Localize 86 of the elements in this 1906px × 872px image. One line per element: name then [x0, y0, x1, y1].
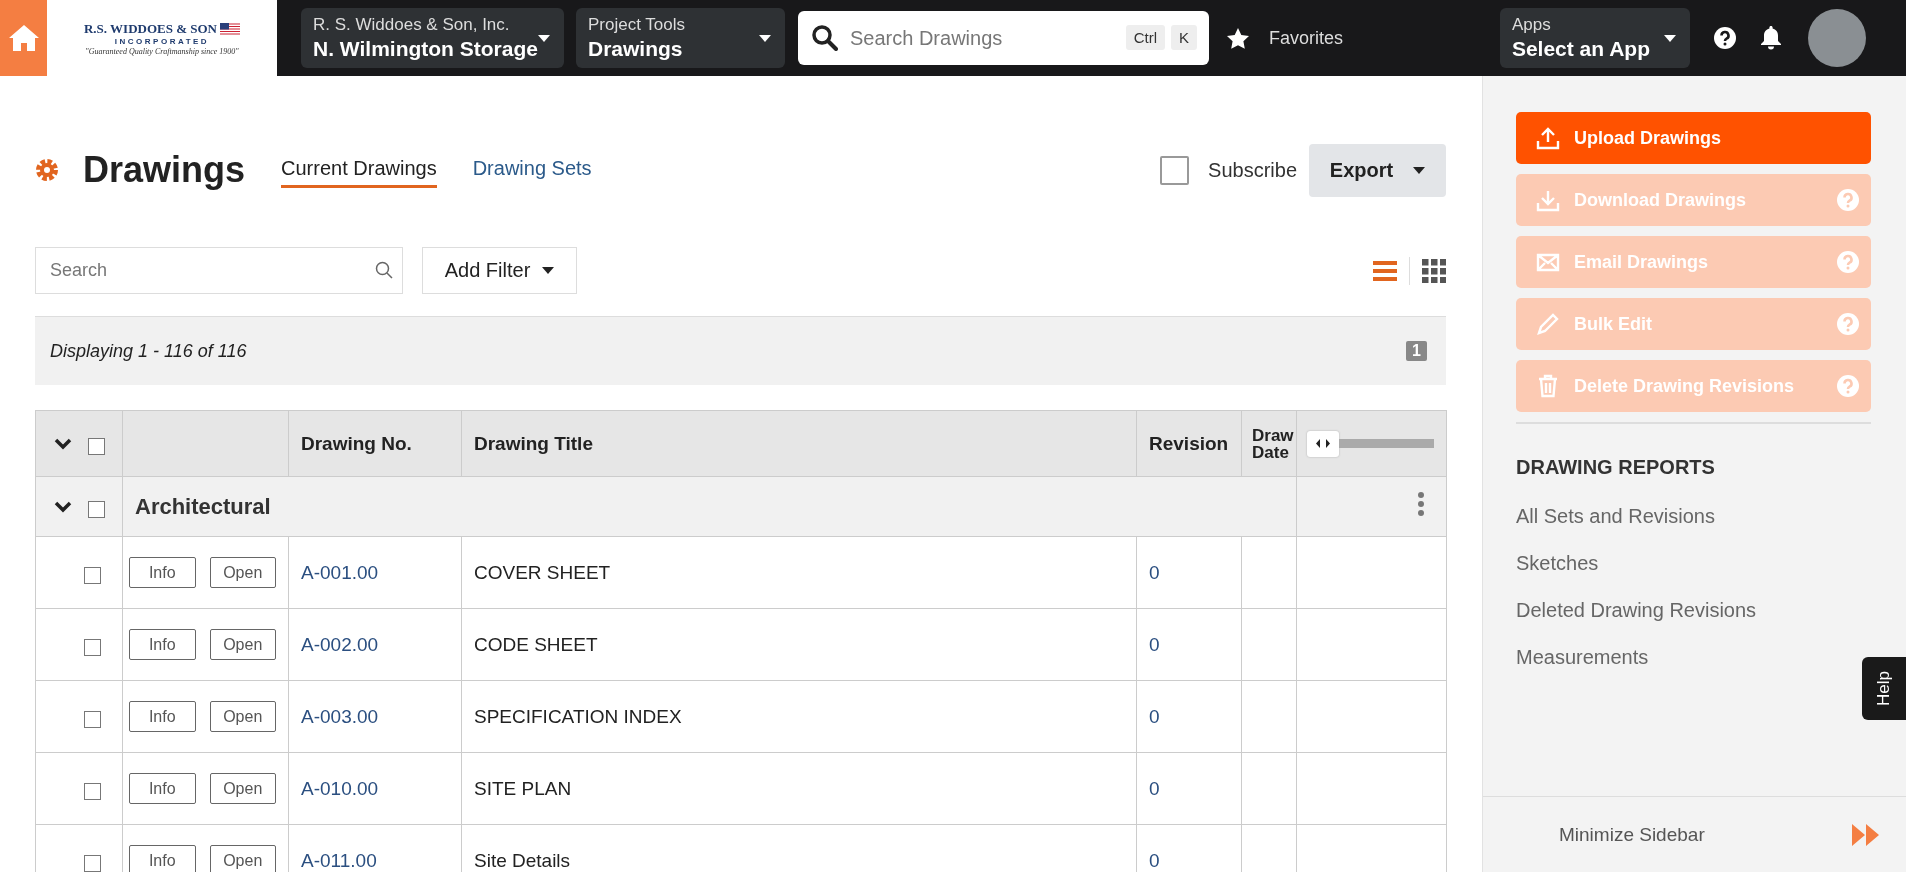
logo-name: R.S. WIDDOES & SON [83, 20, 217, 37]
star-icon[interactable] [1227, 27, 1249, 49]
shortcut-key: K [1171, 25, 1197, 50]
search-field[interactable]: Search [35, 247, 403, 294]
checkbox[interactable] [84, 783, 101, 800]
search-icon [812, 25, 838, 51]
report-link[interactable]: Sketches [1516, 552, 1599, 575]
company-selector[interactable]: R. S. Widdoes & Son, Inc. N. Wilmington Storage [301, 8, 564, 68]
caret-icon [538, 34, 550, 42]
row-action-button[interactable]: Info [129, 701, 196, 732]
page-number[interactable]: 1 [1406, 341, 1427, 361]
report-link[interactable]: Deleted Drawing Revisions [1516, 599, 1757, 622]
report-link[interactable]: Measurements [1516, 646, 1649, 669]
row-action-button[interactable]: Open [209, 701, 276, 732]
drawing-title: SPECIFICATION INDEX [474, 705, 682, 727]
user-avatar[interactable] [1808, 9, 1866, 67]
revision-link[interactable]: 0 [1149, 561, 1160, 583]
home-button[interactable] [0, 0, 47, 76]
checkbox[interactable] [84, 639, 101, 656]
revision-link[interactable]: 0 [1149, 633, 1160, 655]
minimize-sidebar-link[interactable]: Minimize Sidebar [1559, 823, 1705, 846]
drawing-title: SITE PLAN [474, 777, 572, 799]
help-tab[interactable]: Help [1862, 657, 1906, 720]
left-right-arrows-icon [1316, 439, 1330, 448]
help-icon[interactable] [1714, 27, 1736, 49]
revision-link[interactable]: 0 [1149, 777, 1160, 799]
group-name: Architectural [135, 493, 271, 519]
revision-link[interactable]: 0 [1149, 705, 1160, 727]
row-action-button[interactable]: Open [209, 845, 276, 872]
export-button[interactable]: Export [1309, 143, 1446, 197]
drawing-title: CODE SHEET [474, 633, 598, 655]
shortcut-key: Ctrl [1125, 25, 1165, 50]
row-action-button[interactable]: Info [129, 773, 196, 804]
caret-icon [1664, 34, 1676, 42]
home-icon [8, 25, 39, 51]
drawing-number-link[interactable]: A-003.00 [301, 705, 379, 727]
double-arrow-icon[interactable] [1852, 823, 1880, 846]
gear-icon [35, 158, 59, 182]
upload-icon [1536, 126, 1560, 150]
bell-icon[interactable] [1760, 26, 1782, 50]
download-icon [1536, 188, 1560, 212]
row-action-button[interactable]: Open [209, 773, 276, 804]
checkbox[interactable] [84, 567, 101, 584]
drawing-title: COVER SHEET [474, 561, 611, 583]
scroll-handle[interactable] [1307, 430, 1339, 457]
checkbox[interactable] [88, 501, 105, 518]
tool-selector[interactable]: Project Tools Drawings [576, 8, 785, 68]
checkbox[interactable] [84, 711, 101, 728]
favorites-link[interactable]: Favorites [1269, 27, 1344, 49]
report-link[interactable]: All Sets and Revisions [1516, 505, 1715, 528]
more-options-icon[interactable] [1418, 492, 1424, 516]
flag-icon [220, 22, 240, 35]
checkbox[interactable] [84, 855, 101, 872]
column-header[interactable]: Drawing Title [474, 432, 593, 454]
caret-icon [1413, 166, 1426, 174]
revision-link[interactable]: 0 [1149, 849, 1160, 871]
page-title: Drawings [83, 149, 246, 191]
subscribe-label: Subscribe [1208, 158, 1297, 182]
reports-heading: DRAWING REPORTS [1516, 456, 1716, 479]
drawing-number-link[interactable]: A-001.00 [301, 561, 379, 583]
chevron-icon[interactable] [54, 500, 72, 513]
row-action-button[interactable]: Open [209, 557, 276, 588]
row-action-button[interactable]: Info [129, 845, 196, 872]
logo-subtitle: INCORPORATED [114, 36, 210, 46]
chevron-icon[interactable] [54, 437, 72, 450]
results-summary: Displaying 1 - 116 of 116 [50, 340, 247, 362]
caret-icon [759, 34, 771, 42]
list-view-icon[interactable] [1373, 259, 1397, 282]
checkbox[interactable] [88, 438, 105, 455]
checkbox[interactable] [1160, 155, 1190, 185]
caret-icon [542, 267, 555, 274]
trash-icon [1536, 374, 1560, 398]
pencil-icon [1536, 312, 1560, 336]
search-icon [375, 261, 393, 279]
drawing-number-link[interactable]: A-010.00 [301, 777, 379, 799]
logo-tagline: "Guaranteed Quality Craftmanship since 1900" [85, 46, 239, 56]
grid-view-icon[interactable] [1422, 258, 1446, 283]
add-filter-button[interactable]: Add Filter [422, 247, 577, 294]
app-selector[interactable]: Apps Select an App [1499, 8, 1690, 68]
row-action-button[interactable]: Open [209, 629, 276, 660]
tab[interactable]: Drawing Sets [472, 152, 592, 188]
row-action-button[interactable]: Info [129, 557, 196, 588]
tab[interactable]: Current Drawings [281, 152, 437, 188]
drawing-title: Site Details [474, 849, 571, 871]
drawing-number-link[interactable]: A-002.00 [301, 633, 379, 655]
row-action-button[interactable]: Info [129, 629, 196, 660]
